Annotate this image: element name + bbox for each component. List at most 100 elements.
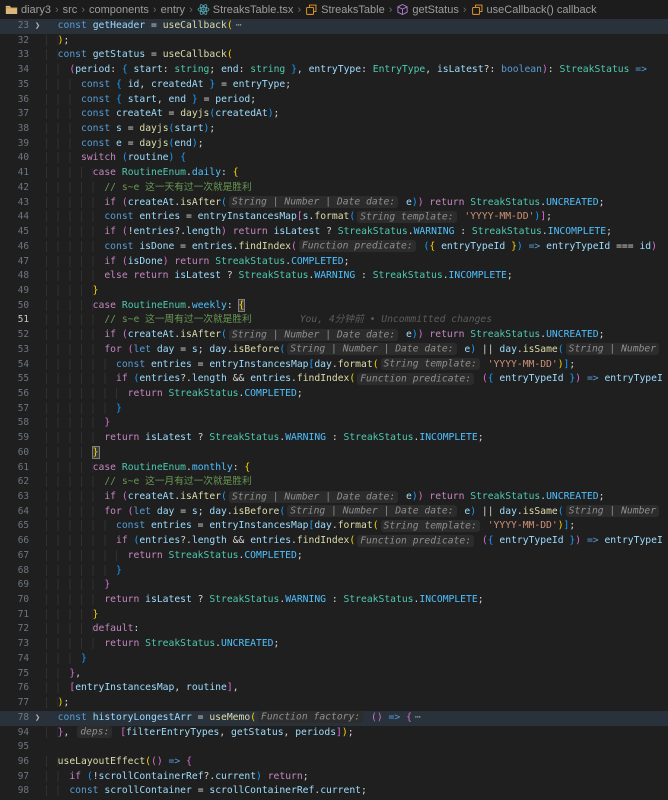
line-number[interactable]: 51 [0, 313, 29, 328]
line-number[interactable]: 38 [0, 122, 29, 137]
code-line-content[interactable]: // s~e 这一周有过一次就是胜利You, 4分钟前 • Uncommitte… [46, 313, 668, 328]
breadcrumb-item[interactable]: getStatus [396, 3, 458, 16]
code-line-content[interactable]: ); [46, 696, 668, 711]
code-line-content[interactable]: // s~e 这一月有过一次就是胜利 [46, 475, 668, 490]
line-number[interactable]: 61 [0, 461, 29, 476]
line-number[interactable]: 33 [0, 48, 29, 63]
code-line-content[interactable] [46, 740, 668, 755]
code-line-content[interactable]: } [46, 284, 668, 299]
line-number[interactable]: 68 [0, 564, 29, 579]
fold-collapsed-icon[interactable]: ❯ [29, 19, 46, 34]
breadcrumb-item[interactable]: entry [161, 4, 185, 16]
line-number[interactable]: 42 [0, 181, 29, 196]
code-line-content[interactable]: for (let day = s; day.isBefore(String | … [46, 505, 668, 520]
line-number[interactable]: 41 [0, 166, 29, 181]
code-line-content[interactable]: if (!entries?.length) return isLatest ? … [46, 225, 668, 240]
code-line-content[interactable]: const getStatus = useCallback( [46, 48, 668, 63]
line-number[interactable]: 34 [0, 63, 29, 78]
line-number[interactable]: 58 [0, 416, 29, 431]
code-line-content[interactable]: if (entries?.length && entries.findIndex… [46, 372, 668, 387]
fold-collapsed-icon[interactable]: ❯ [29, 711, 46, 726]
line-number[interactable]: 77 [0, 696, 29, 711]
code-line-content[interactable]: case RoutineEnum.weekly: { [46, 299, 668, 314]
line-number[interactable]: 47 [0, 255, 29, 270]
code-line-content[interactable]: return isLatest ? StreakStatus.WARNING :… [46, 593, 668, 608]
code-line-content[interactable]: // s~e 这一天有过一次就是胜利 [46, 181, 668, 196]
line-number[interactable]: 44 [0, 210, 29, 225]
line-number[interactable]: 48 [0, 269, 29, 284]
line-number[interactable]: 72 [0, 622, 29, 637]
line-number[interactable]: 64 [0, 505, 29, 520]
line-number[interactable]: 46 [0, 240, 29, 255]
code-line-content[interactable]: if (createAt.isAfter(String | Number | D… [46, 196, 668, 211]
code-line-content[interactable]: const historyLongestArr = useMemo(Functi… [46, 711, 668, 726]
code-line-content[interactable]: const { id, createdAt } = entryType; [46, 78, 668, 93]
code-line-content[interactable]: case RoutineEnum.daily: { [46, 166, 668, 181]
code-line-content[interactable]: } [46, 446, 668, 461]
code-line-content[interactable]: }, deps: [filterEntryTypes, getStatus, p… [46, 726, 668, 741]
line-number[interactable]: 69 [0, 578, 29, 593]
code-line-content[interactable]: const e = dayjs(end); [46, 137, 668, 152]
line-number[interactable]: 70 [0, 593, 29, 608]
code-line-content[interactable]: for (let day = s; day.isBefore(String | … [46, 343, 668, 358]
line-number[interactable]: 60 [0, 446, 29, 461]
line-number[interactable]: 57 [0, 402, 29, 417]
code-line-content[interactable]: const isDone = entries.findIndex(Functio… [46, 240, 668, 255]
code-line-content[interactable]: } [46, 402, 668, 417]
line-number[interactable]: 95 [0, 740, 29, 755]
line-number[interactable]: 53 [0, 343, 29, 358]
code-line-content[interactable]: const s = dayjs(start); [46, 122, 668, 137]
line-number[interactable]: 35 [0, 78, 29, 93]
code-line-content[interactable]: return StreakStatus.UNCREATED; [46, 637, 668, 652]
code-line-content[interactable]: return isLatest ? StreakStatus.WARNING :… [46, 431, 668, 446]
code-line-content[interactable]: return StreakStatus.COMPLETED; [46, 387, 668, 402]
line-number[interactable]: 39 [0, 137, 29, 152]
code-line-content[interactable]: switch (routine) { [46, 151, 668, 166]
breadcrumb-item[interactable]: StreaksTable.tsx [197, 3, 294, 16]
breadcrumb-item[interactable]: diary3 [5, 3, 51, 16]
code-line-content[interactable]: const { start, end } = period; [46, 93, 668, 108]
line-number[interactable]: 76 [0, 681, 29, 696]
line-number[interactable]: 54 [0, 358, 29, 373]
line-number[interactable]: 45 [0, 225, 29, 240]
code-line-content[interactable]: default: [46, 622, 668, 637]
code-line-content[interactable]: if (!scrollContainerRef?.current) return… [46, 770, 668, 785]
line-number[interactable]: 78 [0, 711, 29, 726]
code-line-content[interactable]: if (createAt.isAfter(String | Number | D… [46, 490, 668, 505]
code-line-content[interactable]: const entries = entryInstancesMap[day.fo… [46, 519, 668, 534]
line-number[interactable]: 36 [0, 93, 29, 108]
code-line-content[interactable]: } [46, 652, 668, 667]
line-number[interactable]: 23 [0, 19, 29, 34]
line-number[interactable]: 74 [0, 652, 29, 667]
line-number[interactable]: 98 [0, 784, 29, 799]
line-number[interactable]: 65 [0, 519, 29, 534]
code-line-content[interactable]: const createAt = dayjs(createdAt); [46, 107, 668, 122]
code-line-content[interactable]: else return isLatest ? StreakStatus.WARN… [46, 269, 668, 284]
code-line-content[interactable]: } [46, 608, 668, 623]
line-number[interactable]: 59 [0, 431, 29, 446]
code-line-content[interactable]: const getHeader = useCallback(⋯ [46, 19, 668, 34]
breadcrumb-item[interactable]: src [63, 4, 78, 16]
line-number[interactable]: 55 [0, 372, 29, 387]
line-number[interactable]: 75 [0, 667, 29, 682]
line-number[interactable]: 43 [0, 196, 29, 211]
breadcrumb-item[interactable]: useCallback() callback [471, 3, 597, 16]
code-line-content[interactable]: if (entries?.length && entries.findIndex… [46, 534, 668, 549]
line-number[interactable]: 49 [0, 284, 29, 299]
breadcrumb-item[interactable]: StreaksTable [305, 3, 385, 16]
line-number[interactable]: 52 [0, 328, 29, 343]
line-number[interactable]: 73 [0, 637, 29, 652]
code-line-content[interactable]: return StreakStatus.COMPLETED; [46, 549, 668, 564]
line-number[interactable]: 63 [0, 490, 29, 505]
breadcrumb-item[interactable]: components [89, 4, 149, 16]
code-line-content[interactable]: } [46, 564, 668, 579]
code-line-content[interactable]: if (isDone) return StreakStatus.COMPLETE… [46, 255, 668, 270]
code-line-content[interactable]: const scrollContainer = scrollContainerR… [46, 784, 668, 799]
line-number[interactable]: 94 [0, 726, 29, 741]
line-number[interactable]: 32 [0, 34, 29, 49]
line-number[interactable]: 56 [0, 387, 29, 402]
line-number[interactable]: 67 [0, 549, 29, 564]
code-line-content[interactable]: useLayoutEffect(() => { [46, 755, 668, 770]
code-line-content[interactable]: const entries = entryInstancesMap[s.form… [46, 210, 668, 225]
code-line-content[interactable]: } [46, 578, 668, 593]
